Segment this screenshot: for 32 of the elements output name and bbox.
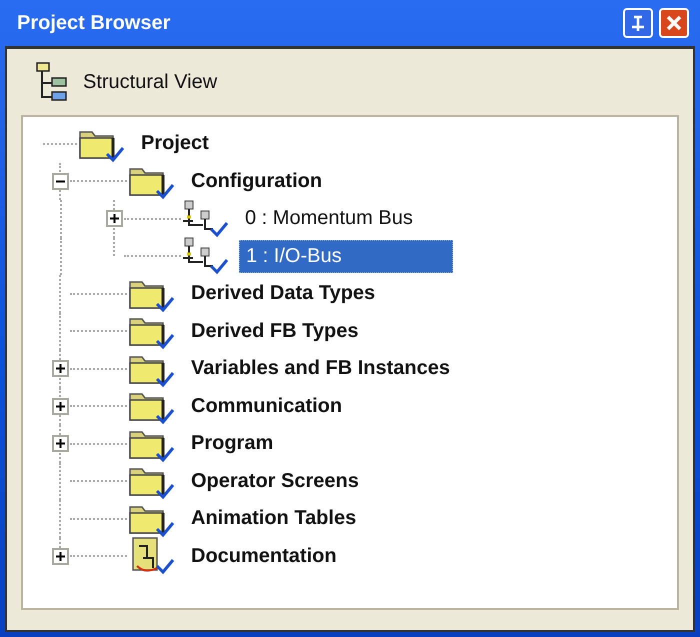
expand-button[interactable] xyxy=(52,435,68,452)
expand-button[interactable] xyxy=(52,360,68,378)
hierarchy-icon xyxy=(35,61,69,103)
window-title: Project Browser xyxy=(17,12,172,34)
plus-icon xyxy=(56,402,64,411)
tree-item[interactable]: Operator Screens xyxy=(185,466,365,497)
tree-item[interactable]: Project xyxy=(135,128,215,160)
tree-item[interactable]: 0 : Momentum Bus xyxy=(239,203,419,234)
tree-item[interactable]: Derived Data Types xyxy=(185,278,382,310)
plus-icon xyxy=(56,364,64,374)
close-button[interactable] xyxy=(659,8,689,38)
expand-button[interactable] xyxy=(52,398,68,415)
network-icon xyxy=(181,198,229,239)
tree-item[interactable]: Program xyxy=(185,428,280,460)
plus-icon xyxy=(56,439,64,448)
tree-item[interactable]: Communication xyxy=(185,390,348,422)
tree-item[interactable]: 1 : I/O-Bus xyxy=(239,240,453,273)
view-label: Structural View xyxy=(83,70,218,94)
pin-icon xyxy=(630,14,646,32)
expand-button[interactable] xyxy=(106,210,122,228)
plus-icon xyxy=(56,552,64,561)
expand-button[interactable] xyxy=(52,548,68,565)
tree-item[interactable]: Variables and FB Instances xyxy=(185,353,456,384)
tree-item[interactable]: Derived FB Types xyxy=(185,316,364,347)
network-icon xyxy=(181,236,229,276)
close-icon xyxy=(666,15,682,31)
plus-icon xyxy=(110,214,118,224)
tree-item[interactable]: Animation Tables xyxy=(185,503,362,534)
tree-item[interactable]: Documentation xyxy=(185,540,343,572)
tree-item[interactable]: Configuration xyxy=(185,166,328,197)
pin-button[interactable] xyxy=(623,8,653,38)
collapse-button[interactable] xyxy=(52,172,68,190)
